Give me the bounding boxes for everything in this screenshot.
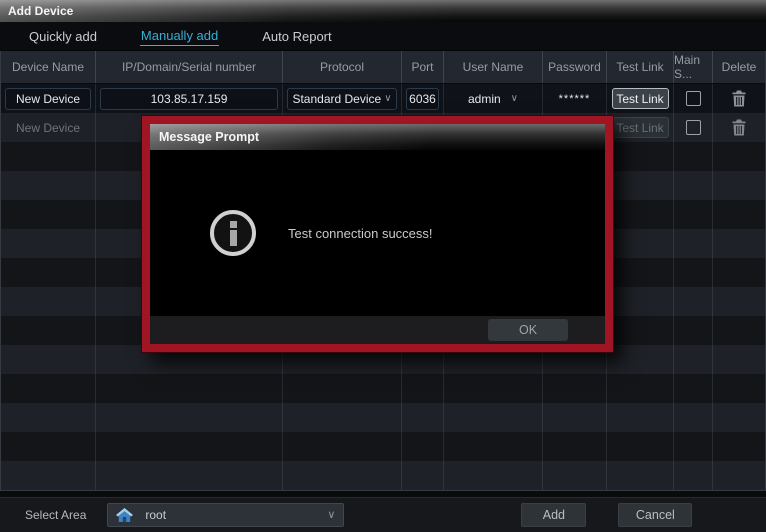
- dialog-title: Message Prompt: [159, 130, 259, 144]
- select-area-label: Select Area: [25, 508, 86, 522]
- ip-address-input[interactable]: 103.85.17.159: [100, 88, 278, 110]
- main-stream-checkbox[interactable]: [686, 120, 701, 135]
- table-row-empty: [1, 461, 765, 490]
- dialog-titlebar: Message Prompt: [150, 124, 605, 150]
- protocol-select[interactable]: Standard Device∨: [287, 88, 397, 110]
- dialog-message: Test connection success!: [288, 226, 433, 241]
- table-row-empty: [1, 403, 765, 432]
- area-select-dropdown[interactable]: root ∨: [107, 503, 344, 527]
- col-main-stream: Main S...: [674, 51, 713, 83]
- trash-icon[interactable]: [731, 119, 747, 136]
- tab-auto-report[interactable]: Auto Report: [261, 27, 332, 46]
- table-row-device-1[interactable]: New Device 103.85.17.159 Standard Device…: [1, 84, 765, 113]
- dialog-footer: OK: [150, 316, 605, 344]
- test-link-button[interactable]: Test Link: [612, 88, 669, 109]
- window-titlebar: Add Device: [0, 0, 766, 22]
- footer-bar: Select Area root ∨ Add Cancel: [0, 497, 766, 532]
- col-protocol: Protocol: [283, 51, 402, 83]
- col-delete: Delete: [713, 51, 765, 83]
- col-test-link: Test Link: [607, 51, 674, 83]
- home-icon: [116, 508, 133, 522]
- password-field[interactable]: ******: [559, 93, 591, 105]
- table-header: Device Name IP/Domain/Serial number Prot…: [1, 51, 765, 84]
- info-icon: [210, 210, 256, 256]
- add-button[interactable]: Add: [521, 503, 586, 527]
- username-value: admin: [468, 92, 501, 106]
- ok-button[interactable]: OK: [488, 319, 568, 341]
- area-select-value: root: [145, 508, 315, 522]
- chevron-down-icon: ∨: [511, 94, 518, 104]
- add-device-window: Add Device Quickly add Manually add Auto…: [0, 0, 766, 532]
- chevron-down-icon: ∨: [327, 510, 335, 521]
- col-ip-domain-serial: IP/Domain/Serial number: [96, 51, 283, 83]
- main-stream-checkbox[interactable]: [686, 91, 701, 106]
- port-input[interactable]: 6036: [406, 88, 439, 110]
- col-port: Port: [402, 51, 444, 83]
- protocol-value: Standard Device: [292, 92, 381, 106]
- dialog-body: Test connection success!: [150, 150, 605, 316]
- chevron-down-icon: ∨: [384, 94, 391, 104]
- table-row-empty: [1, 432, 765, 461]
- col-device-name: Device Name: [1, 51, 96, 83]
- cancel-button[interactable]: Cancel: [618, 503, 692, 527]
- col-password: Password: [543, 51, 607, 83]
- tab-manually-add[interactable]: Manually add: [140, 26, 219, 46]
- message-prompt-dialog: Message Prompt Test connection success! …: [142, 116, 613, 352]
- trash-icon[interactable]: [731, 90, 747, 107]
- table-row-empty: [1, 374, 765, 403]
- tab-bar: Quickly add Manually add Auto Report: [0, 22, 766, 51]
- username-select[interactable]: admin ∨: [468, 92, 518, 106]
- window-title: Add Device: [8, 4, 73, 18]
- tab-quickly-add[interactable]: Quickly add: [28, 27, 98, 46]
- col-user-name: User Name: [444, 51, 543, 83]
- device-name-input[interactable]: New Device: [5, 88, 91, 110]
- test-link-button[interactable]: Test Link: [612, 117, 669, 138]
- device-name-text: New Device: [16, 121, 80, 135]
